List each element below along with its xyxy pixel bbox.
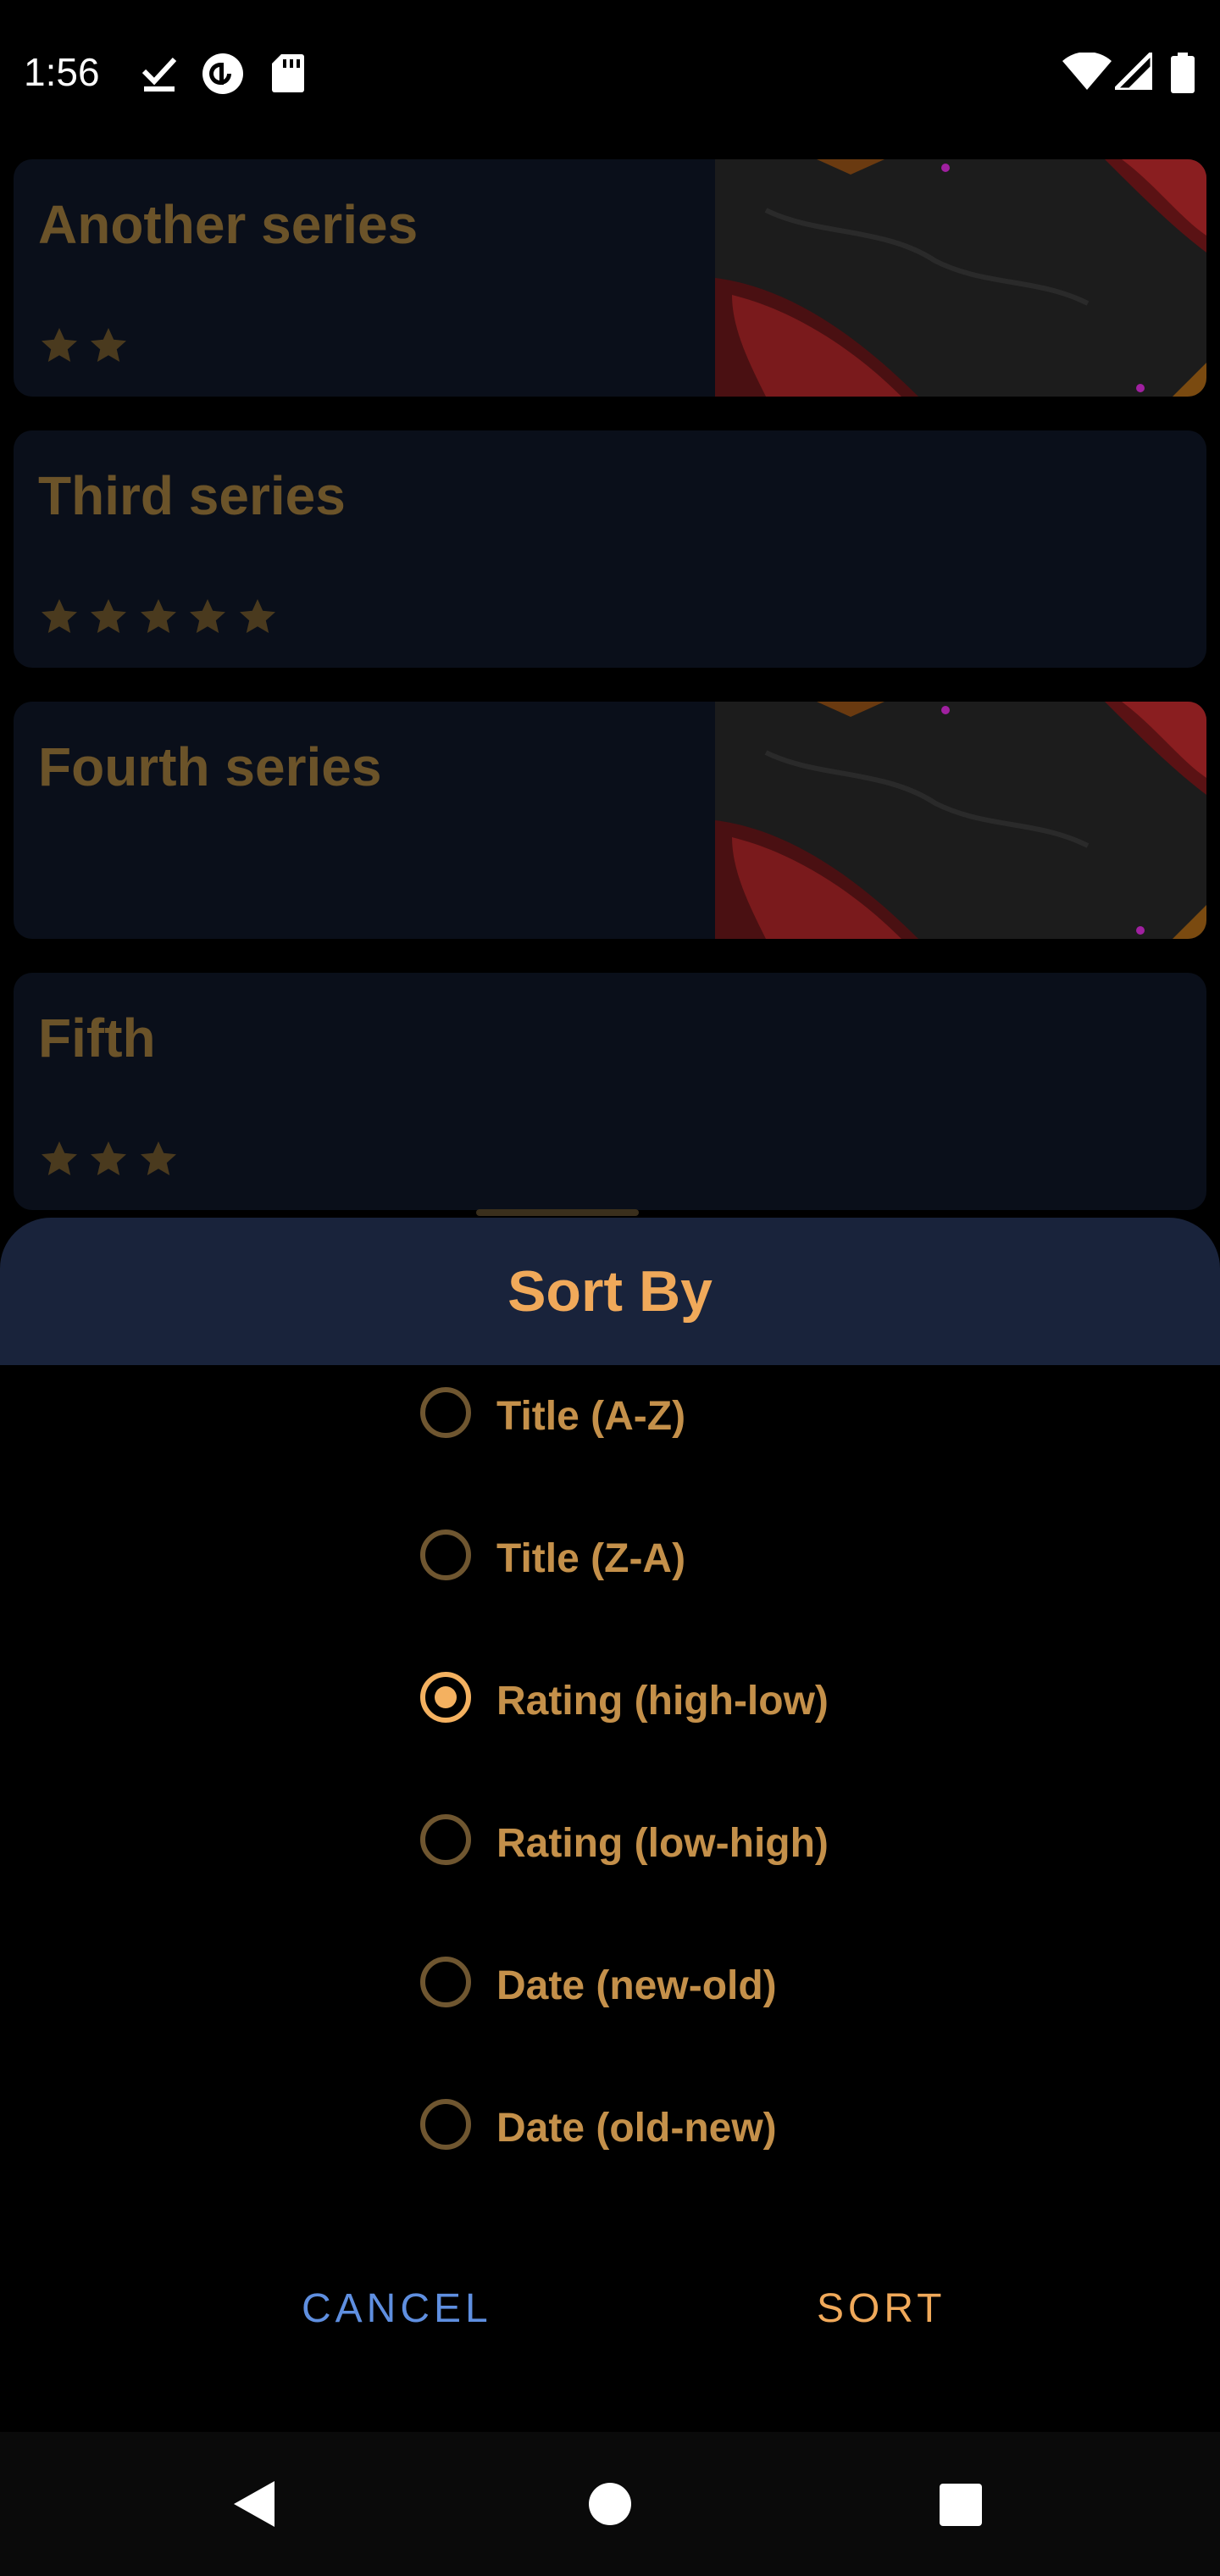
series-card[interactable]: Another series [14, 159, 1206, 397]
series-cover-image [715, 159, 1206, 397]
radio-button[interactable] [420, 1387, 471, 1438]
home-button[interactable] [525, 2432, 695, 2576]
star-icon [140, 599, 176, 633]
radio-button-checked[interactable] [420, 1672, 471, 1723]
radio-selected-dot [435, 1686, 457, 1708]
sort-bottom-sheet: Sort By Title (A-Z) Title (Z-A) Rating (… [0, 1218, 1220, 2431]
series-cover-image [715, 702, 1206, 939]
star-icon [42, 599, 77, 633]
cancel-button[interactable]: CANCEL [302, 2285, 492, 2332]
rating-stars [38, 325, 133, 368]
series-card[interactable]: Third series [14, 430, 1206, 668]
sort-button[interactable]: SORT [817, 2285, 946, 2332]
star-icon [91, 1141, 127, 1175]
sheet-drag-handle[interactable] [476, 1209, 639, 1216]
navigation-bar [0, 2432, 1220, 2576]
home-icon [589, 2483, 631, 2525]
download-done-icon [141, 53, 178, 97]
sort-option-label: Title (Z-A) [496, 1536, 686, 1581]
sort-option-rating-low-high[interactable]: Rating (low-high) [417, 1792, 874, 1894]
sort-option-label: Date (old-new) [496, 2106, 777, 2151]
series-title: Fourth series [38, 736, 382, 797]
series-title: Fifth [38, 1008, 156, 1069]
series-card[interactable]: Fifth [14, 973, 1206, 1210]
status-time: 1:56 [24, 50, 100, 94]
rating-stars [38, 597, 282, 639]
star-icon [140, 1141, 176, 1175]
star-icon [91, 328, 127, 362]
cell-signal-icon [1109, 47, 1155, 94]
sort-option-rating-high-low[interactable]: Rating (high-low) [417, 1650, 874, 1752]
star-icon [42, 328, 77, 362]
sort-option-label: Rating (high-low) [496, 1679, 829, 1724]
sort-option-label: Rating (low-high) [496, 1821, 829, 1866]
radio-button[interactable] [420, 1957, 471, 2007]
recents-icon [940, 2484, 982, 2526]
series-title: Third series [38, 465, 346, 526]
radio-button[interactable] [420, 1814, 471, 1865]
sort-option-date-old-new[interactable]: Date (old-new) [417, 2077, 874, 2179]
sort-option-date-new-old[interactable]: Date (new-old) [417, 1935, 874, 2036]
sort-option-label: Title (A-Z) [496, 1394, 686, 1439]
sheet-title: Sort By [507, 1259, 713, 1324]
back-icon [234, 2481, 274, 2527]
radio-button[interactable] [420, 2099, 471, 2150]
star-icon [91, 599, 127, 633]
star-icon [190, 599, 226, 633]
star-icon [239, 599, 275, 633]
pocket-casts-icon [202, 53, 244, 99]
series-title: Another series [38, 194, 419, 255]
back-button[interactable] [169, 2432, 339, 2576]
wifi-icon [1062, 52, 1112, 94]
series-card[interactable]: Fourth series [14, 702, 1206, 939]
sort-option-title-az[interactable]: Title (A-Z) [417, 1365, 874, 1467]
battery-icon [1171, 53, 1195, 97]
radio-button[interactable] [420, 1530, 471, 1580]
sheet-header: Sort By [0, 1218, 1220, 1365]
status-bar: 1:56 [0, 0, 1220, 144]
rating-stars [38, 1139, 183, 1181]
sort-option-label: Date (new-old) [496, 1963, 777, 2008]
sort-option-title-za[interactable]: Title (Z-A) [417, 1507, 874, 1609]
star-icon [42, 1141, 77, 1175]
sd-card-icon [271, 53, 305, 97]
recents-button[interactable] [876, 2432, 1045, 2576]
